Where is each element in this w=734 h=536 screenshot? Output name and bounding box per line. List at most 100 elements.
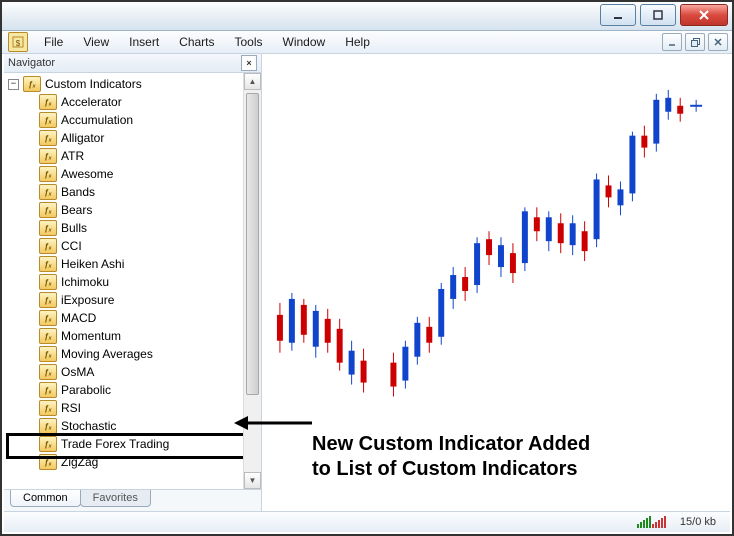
navigator-panel: Navigator × − Custom Indicators Accelera… [4, 54, 262, 512]
tab-favorites[interactable]: Favorites [80, 490, 151, 507]
tree-node-indicator[interactable]: Parabolic [24, 381, 244, 399]
indicator-fx-icon [39, 418, 57, 434]
tree-node-indicator[interactable]: Accumulation [24, 111, 244, 129]
tree-node-label: Ichimoku [61, 275, 109, 289]
tree-node-label: Moving Averages [61, 347, 153, 361]
indicator-fx-icon [39, 328, 57, 344]
tree-node-indicator[interactable]: RSI [24, 399, 244, 417]
tree-node-label: Bulls [61, 221, 87, 235]
app-window: $ File View Insert Charts Tools Window H… [0, 0, 734, 536]
tree-node-label: ZigZag [61, 455, 98, 469]
indicator-fx-icon [39, 148, 57, 164]
menu-view[interactable]: View [73, 33, 119, 51]
tree-node-label: iExposure [61, 293, 114, 307]
tree-node-label: Stochastic [61, 419, 116, 433]
connection-bars-icon [637, 516, 666, 528]
menubar: $ File View Insert Charts Tools Window H… [2, 31, 732, 54]
menu-insert[interactable]: Insert [119, 33, 169, 51]
indicator-fx-icon [39, 112, 57, 128]
annotation-arrow [234, 408, 314, 438]
navigator-title-text: Navigator [8, 57, 55, 69]
annotation-text: New Custom Indicator Added to List of Cu… [312, 432, 590, 482]
tree-node-indicator[interactable]: Trade Forex Trading [24, 435, 244, 453]
tree-node-indicator[interactable]: Alligator [24, 129, 244, 147]
menu-file[interactable]: File [34, 33, 73, 51]
scroll-up-button[interactable]: ▲ [244, 73, 261, 90]
tree-node-indicator[interactable]: CCI [24, 237, 244, 255]
statusbar: 15/0 kb [4, 511, 730, 532]
tree-node-indicator[interactable]: Bears [24, 201, 244, 219]
tree-node-label: Accelerator [61, 95, 122, 109]
tree-node-indicator[interactable]: Bulls [24, 219, 244, 237]
indicator-fx-icon [39, 436, 57, 452]
scroll-down-button[interactable]: ▼ [244, 472, 261, 489]
tree-node-label: Trade Forex Trading [61, 437, 169, 451]
mdi-restore-button[interactable] [685, 33, 705, 51]
menu-window[interactable]: Window [273, 33, 336, 51]
indicator-fx-icon [39, 454, 57, 470]
tree-node-label: Awesome [61, 167, 113, 181]
indicator-fx-icon [39, 238, 57, 254]
tab-common[interactable]: Common [10, 490, 81, 507]
window-controls [600, 4, 728, 26]
tree-node-indicator[interactable]: OsMA [24, 363, 244, 381]
tree-node-indicator[interactable]: ZigZag [24, 453, 244, 471]
tree-node-label: Bands [61, 185, 95, 199]
indicator-fx-icon [39, 130, 57, 146]
client-area: Navigator × − Custom Indicators Accelera… [4, 54, 730, 512]
app-icon: $ [8, 32, 28, 52]
scroll-thumb[interactable] [246, 93, 259, 395]
tree-node-indicator[interactable]: Awesome [24, 165, 244, 183]
indicator-fx-icon [39, 184, 57, 200]
tree-node-indicator[interactable]: Heiken Ashi [24, 255, 244, 273]
tree-node-indicator[interactable]: ATR [24, 147, 244, 165]
tree-node-indicator[interactable]: Ichimoku [24, 273, 244, 291]
navigator-titlebar: Navigator × [4, 54, 261, 73]
tree-node-label: Bears [61, 203, 92, 217]
mdi-controls [659, 33, 728, 51]
tree-node-indicator[interactable]: Moving Averages [24, 345, 244, 363]
menu-tools[interactable]: Tools [225, 33, 273, 51]
indicator-fx-icon [39, 166, 57, 182]
indicator-fx-icon [39, 94, 57, 110]
tree-node-label: CCI [61, 239, 82, 253]
navigator-close-button[interactable]: × [241, 55, 257, 71]
mdi-minimize-button[interactable] [662, 33, 682, 51]
chart-area[interactable]: New Custom Indicator Added to List of Cu… [262, 54, 730, 512]
annotation-line-2: to List of Custom Indicators [312, 457, 590, 482]
tree-node-label: Accumulation [61, 113, 133, 127]
tree-node-indicator[interactable]: iExposure [24, 291, 244, 309]
tree-node-label: RSI [61, 401, 81, 415]
navigator-tree[interactable]: − Custom Indicators Accelerator Accumulat… [4, 73, 244, 489]
maximize-button[interactable] [640, 4, 676, 26]
tree-node-label: Custom Indicators [45, 77, 142, 91]
tree-node-label: OsMA [61, 365, 94, 379]
annotation-line-1: New Custom Indicator Added [312, 432, 590, 457]
tree-node-indicator[interactable]: Momentum [24, 327, 244, 345]
mdi-close-button[interactable] [708, 33, 728, 51]
tree-node-indicator[interactable]: Bands [24, 183, 244, 201]
tree-node-indicator[interactable]: Stochastic [24, 417, 244, 435]
folder-fx-icon [23, 76, 41, 92]
menu-charts[interactable]: Charts [169, 33, 224, 51]
indicator-fx-icon [39, 364, 57, 380]
indicator-fx-icon [39, 382, 57, 398]
minimize-button[interactable] [600, 4, 636, 26]
svg-text:$: $ [16, 39, 21, 48]
tree-node-indicator[interactable]: MACD [24, 309, 244, 327]
navigator-tabs: Common Favorites [4, 489, 261, 512]
expander-icon[interactable]: − [8, 79, 19, 90]
indicator-fx-icon [39, 292, 57, 308]
tree-node-label: Parabolic [61, 383, 111, 397]
menu-help[interactable]: Help [335, 33, 380, 51]
status-transfer: 15/0 kb [680, 516, 716, 528]
indicator-fx-icon [39, 202, 57, 218]
tree-node-label: ATR [61, 149, 84, 163]
tree-node-indicator[interactable]: Accelerator [24, 93, 244, 111]
indicator-fx-icon [39, 310, 57, 326]
tree-node-label: Heiken Ashi [61, 257, 124, 271]
tree-node-root[interactable]: − Custom Indicators [8, 75, 244, 93]
indicator-fx-icon [39, 256, 57, 272]
tree-node-label: MACD [61, 311, 96, 325]
close-button[interactable] [680, 4, 728, 26]
